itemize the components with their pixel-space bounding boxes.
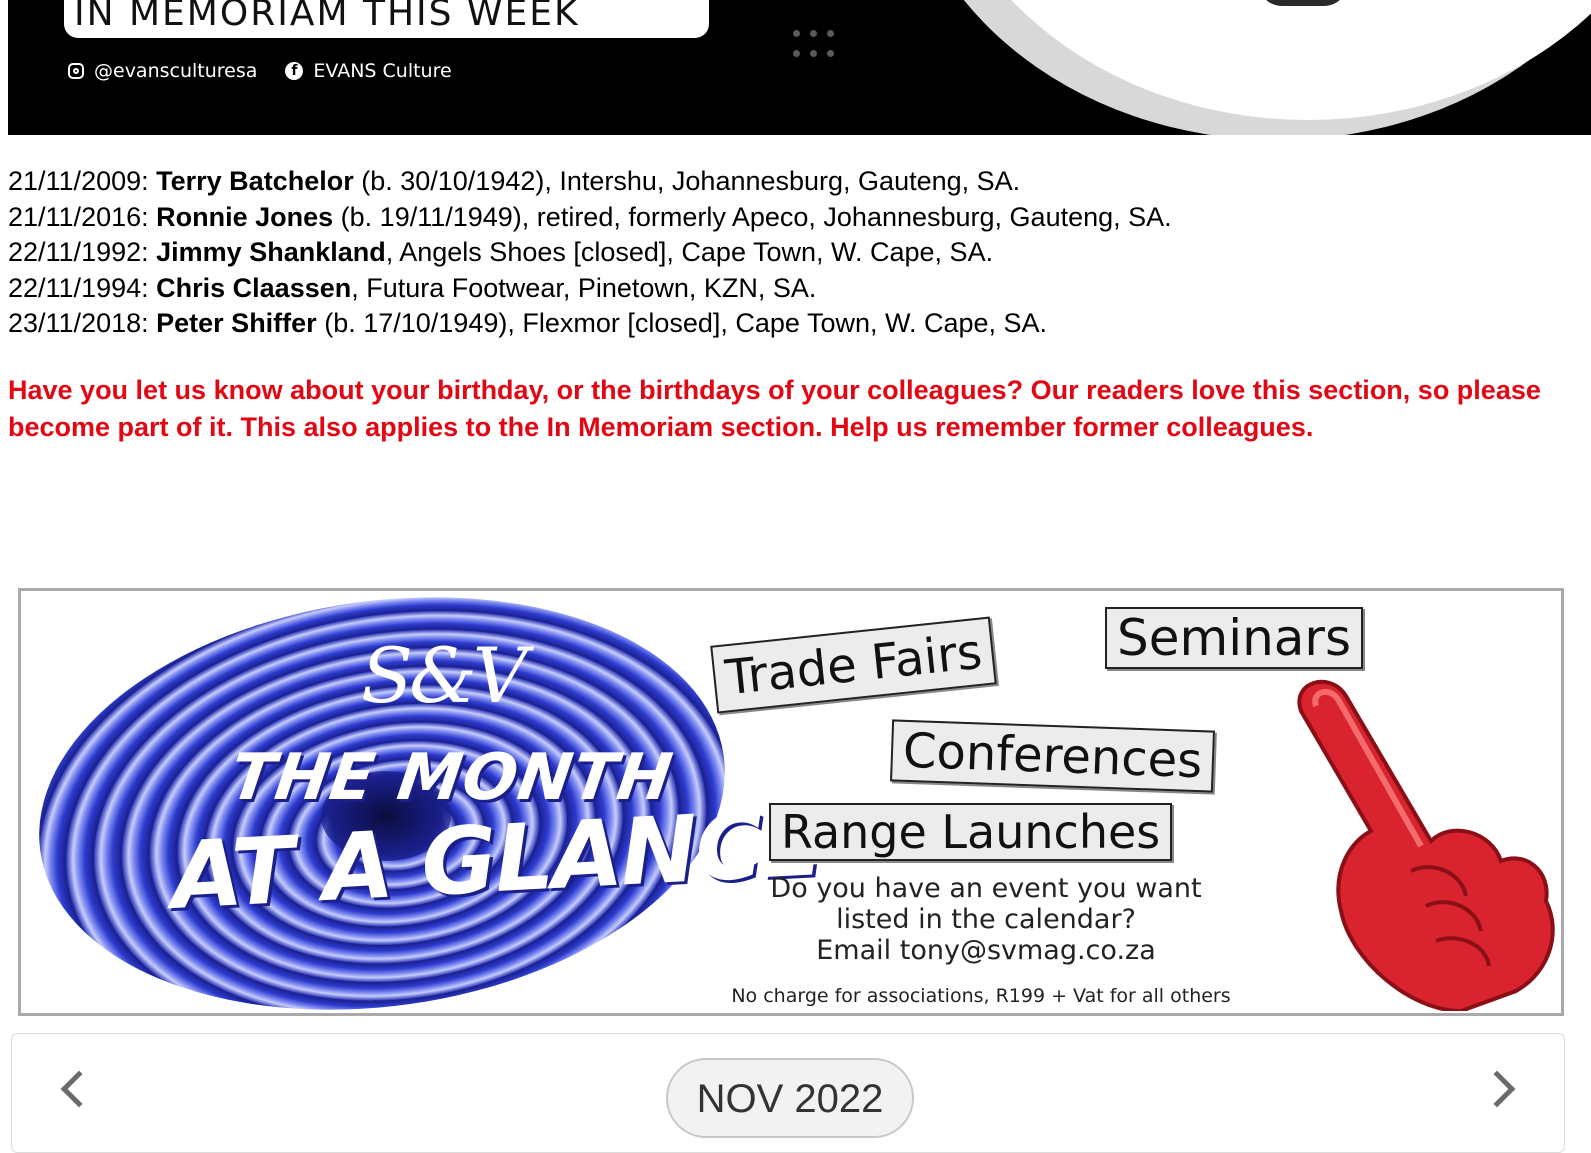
event-email: Email tony@svmag.co.za: [816, 935, 1156, 966]
chevron-right-icon[interactable]: [1478, 1070, 1516, 1108]
event-prompt: Do you have an event you want listed in …: [726, 873, 1246, 966]
sv-logo: S&V: [361, 631, 528, 720]
list-item: 23/11/2018: Peter Shiffer (b. 17/10/1949…: [8, 306, 1172, 342]
event-prompt-line: Do you have an event you want: [770, 873, 1202, 904]
memoriam-details: (b. 30/10/1942), Intershu, Johannesburg,…: [353, 166, 1021, 196]
list-item: 21/11/2016: Ronnie Jones (b. 19/11/1949)…: [8, 200, 1172, 236]
tag-conferences: Conferences: [890, 719, 1216, 793]
memoriam-list: 21/11/2009: Terry Batchelor (b. 30/10/19…: [8, 164, 1172, 342]
memoriam-details: , Angels Shoes [closed], Cape Town, W. C…: [385, 237, 994, 267]
facebook-handle: EVANS Culture: [313, 60, 452, 82]
memoriam-date: 22/11/1994:: [8, 272, 157, 303]
event-prompt-line: listed in the calendar?: [836, 904, 1136, 935]
instagram-handle: @evansculturesa: [94, 60, 258, 82]
month-selector[interactable]: NOV 2022: [666, 1058, 914, 1138]
list-item: 21/11/2009: Terry Batchelor (b. 30/10/19…: [8, 164, 1172, 200]
foam-hand-icon: [1297, 679, 1555, 1011]
chevron-left-icon[interactable]: [60, 1070, 98, 1108]
memoriam-banner: IN MEMORIAM THIS WEEK @evansculturesa f …: [8, 0, 1591, 135]
calendar-navigation: NOV 2022: [11, 1033, 1565, 1153]
list-item: 22/11/1994: Chris Claassen, Futura Footw…: [8, 271, 1172, 307]
memoriam-name: Peter Shiffer: [156, 308, 317, 338]
memoriam-details: , Futura Footwear, Pinetown, KZN, SA.: [351, 272, 817, 303]
instagram-icon: [68, 63, 84, 79]
listing-fee: No charge for associations, R199 + Vat f…: [731, 985, 1231, 1007]
list-item: 22/11/1992: Jimmy Shankland, Angels Shoe…: [8, 235, 1172, 271]
tag-seminars: Seminars: [1105, 607, 1364, 669]
memoriam-name: Jimmy Shankland: [156, 237, 386, 267]
banner-arc-decoration: [928, 0, 1591, 120]
memoriam-details: (b. 17/10/1949), Flexmor [closed], Cape …: [316, 308, 1048, 338]
memoriam-name: Terry Batchelor: [156, 166, 354, 196]
facebook-icon: f: [285, 62, 304, 80]
memoriam-date: 23/11/2018:: [8, 308, 157, 338]
month-at-a-glance-ad[interactable]: S&V THE MONTH AT A GLANCE Trade Fairs Se…: [18, 588, 1564, 1016]
banner-title: IN MEMORIAM THIS WEEK: [64, 0, 709, 38]
memoriam-name: Ronnie Jones: [156, 201, 334, 232]
memoriam-date: 21/11/2016:: [8, 201, 157, 232]
tag-trade-fairs: Trade Fairs: [710, 616, 998, 714]
memoriam-name: Chris Claassen: [156, 272, 352, 303]
banner-social: @evansculturesa f EVANS Culture: [68, 60, 452, 82]
submission-notice: Have you let us know about your birthday…: [8, 375, 1541, 442]
memoriam-date: 22/11/1992:: [8, 237, 157, 267]
tag-range-launches: Range Launches: [769, 803, 1173, 861]
memoriam-date: 21/11/2009:: [8, 166, 157, 196]
memoriam-details: (b. 19/11/1949), retired, formerly Apeco…: [333, 201, 1172, 232]
